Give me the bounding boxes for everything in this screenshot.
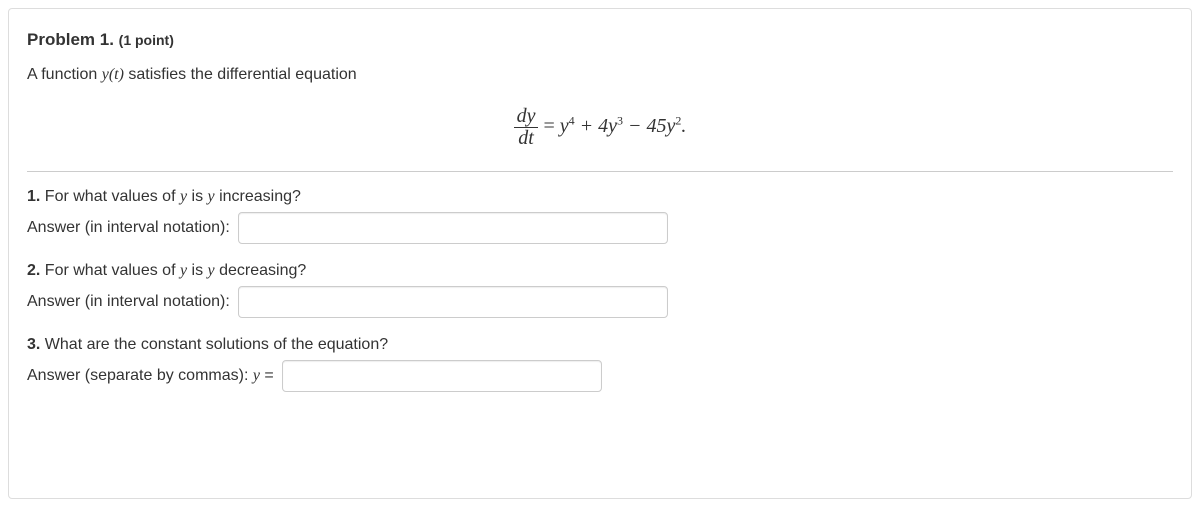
q2-before: For what values of [40, 262, 180, 279]
q2-var1: y [180, 262, 187, 279]
answer-2-input[interactable] [238, 286, 668, 318]
problem-heading: Problem 1. (1 point) [27, 30, 1173, 50]
answer-3-input[interactable] [282, 360, 602, 392]
answer-3-var: y [253, 367, 260, 384]
question-3: 3. What are the constant solutions of th… [27, 336, 1173, 354]
question-2: 2. For what values of y is y decreasing? [27, 262, 1173, 280]
question-3-number: 3. [27, 336, 40, 353]
answer-3-eq: = [260, 367, 274, 384]
q1-var1: y [180, 188, 187, 205]
answer-1-line: Answer (in interval notation): [27, 212, 1173, 244]
question-1-number: 1. [27, 188, 40, 205]
equation-rhs: y4 + 4y3 − 45y2. [560, 115, 687, 137]
intro-prefix: A function [27, 66, 102, 83]
q2-var2: y [208, 262, 215, 279]
divider [27, 171, 1173, 172]
q2-after: decreasing? [215, 262, 307, 279]
intro-suffix: satisfies the differential equation [124, 66, 357, 83]
answer-3-line: Answer (separate by commas): y = [27, 360, 1173, 392]
question-1: 1. For what values of y is y increasing? [27, 188, 1173, 206]
q3-text: What are the constant solutions of the e… [40, 336, 388, 353]
problem-number: Problem 1. [27, 30, 114, 49]
answer-1-label: Answer (in interval notation): [27, 219, 230, 237]
problem-panel: Problem 1. (1 point) A function y(t) sat… [8, 8, 1192, 499]
fraction-denominator: dt [514, 128, 539, 149]
answer-2-line: Answer (in interval notation): [27, 286, 1173, 318]
answer-2-label: Answer (in interval notation): [27, 293, 230, 311]
differential-equation: dy dt = y4 + 4y3 − 45y2. [27, 106, 1173, 149]
answer-3-label: Answer (separate by commas): [27, 367, 253, 384]
question-2-number: 2. [27, 262, 40, 279]
intro-func: y(t) [102, 66, 124, 83]
q2-mid: is [187, 262, 207, 279]
answer-1-input[interactable] [238, 212, 668, 244]
fraction-numerator: dy [514, 106, 539, 128]
problem-points: (1 point) [119, 32, 174, 48]
q1-before: For what values of [40, 188, 180, 205]
problem-intro: A function y(t) satisfies the differenti… [27, 66, 1173, 84]
q1-var2: y [208, 188, 215, 205]
q1-after: increasing? [215, 188, 301, 205]
q1-mid: is [187, 188, 207, 205]
fraction-dy-dt: dy dt [514, 106, 539, 149]
equation-equals: = [543, 115, 559, 137]
